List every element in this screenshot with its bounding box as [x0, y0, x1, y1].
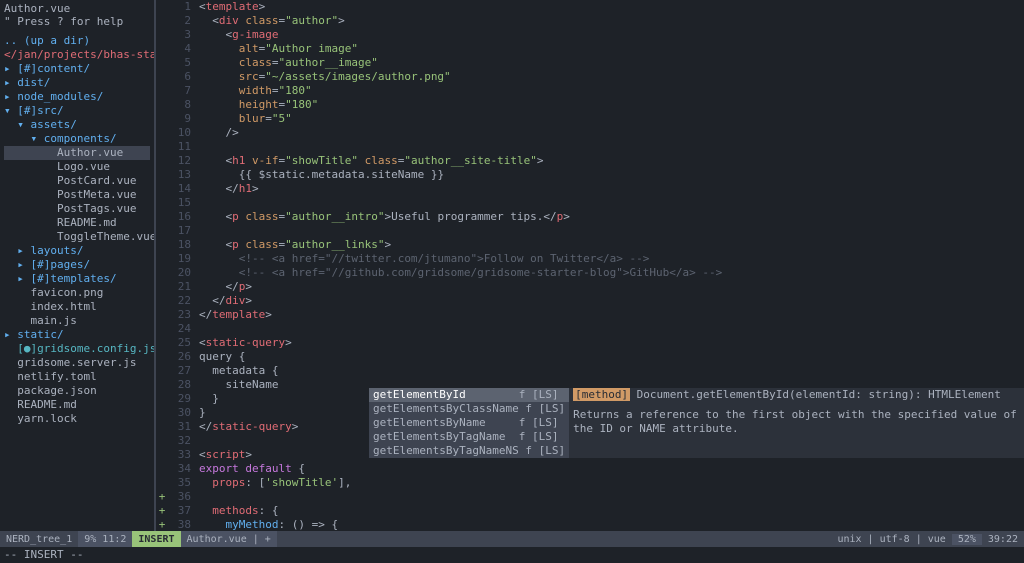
tree-item[interactable]: gridsome.server.js — [4, 356, 150, 370]
tree-item[interactable]: PostCard.vue — [4, 174, 150, 188]
code-line[interactable]: +36 — [157, 490, 1024, 504]
statusline-mode: INSERT — [132, 531, 180, 547]
tree-item[interactable]: yarn.lock — [4, 412, 150, 426]
tree-item[interactable]: README.md — [4, 398, 150, 412]
code-line[interactable]: 13 {{ $static.metadata.siteName }} — [157, 168, 1024, 182]
statusline-encoding: unix | utf-8 | vue — [831, 534, 951, 545]
code-line[interactable]: 15 — [157, 196, 1024, 210]
code-line[interactable]: 8 height="180" — [157, 98, 1024, 112]
code-line[interactable]: +38 myMethod: () => { — [157, 518, 1024, 531]
tree-item[interactable]: main.js — [4, 314, 150, 328]
autocomplete-doc: [method] Document.getElementById(element… — [569, 388, 1024, 458]
tree-item[interactable]: index.html — [4, 300, 150, 314]
tree-item[interactable]: ▾ assets/ — [4, 118, 150, 132]
code-line[interactable]: 26query { — [157, 350, 1024, 364]
tree-item[interactable]: ▸ node_modules/ — [4, 90, 150, 104]
code-line[interactable]: 34export default { — [157, 462, 1024, 476]
file-tree-sidebar[interactable]: Author.vue " Press ? for help .. (up a d… — [0, 0, 155, 531]
autocomplete-popup[interactable]: getElementById f [LS]getElementsByClassN… — [369, 388, 1024, 458]
tree-item[interactable]: ▸ static/ — [4, 328, 150, 342]
code-line[interactable]: 24 — [157, 322, 1024, 336]
tree-item[interactable]: ▾ components/ — [4, 132, 150, 146]
code-line[interactable]: 7 width="180" — [157, 84, 1024, 98]
code-line[interactable]: 23</template> — [157, 308, 1024, 322]
tree-item[interactable]: ▸ layouts/ — [4, 244, 150, 258]
tree-item[interactable]: netlify.toml — [4, 370, 150, 384]
autocomplete-item[interactable]: getElementsByTagName f [LS] — [369, 430, 569, 444]
code-line[interactable]: 25<static-query> — [157, 336, 1024, 350]
statusline: NERD_tree_1 9% 11:2 INSERT Author.vue | … — [0, 531, 1024, 547]
tree-item[interactable]: ▾ [#]src/ — [4, 104, 150, 118]
autocomplete-item[interactable]: getElementsByTagNameNS f [LS] — [369, 444, 569, 458]
code-line[interactable]: 35 props: ['showTitle'], — [157, 476, 1024, 490]
code-line[interactable]: 6 src="~/assets/images/author.png" — [157, 70, 1024, 84]
code-line[interactable]: 18 <p class="author__links"> — [157, 238, 1024, 252]
statusline-left-pos: 9% 11:2 — [78, 531, 132, 547]
tree-item[interactable]: favicon.png — [4, 286, 150, 300]
tree-item[interactable]: ToggleTheme.vue — [4, 230, 150, 244]
tree-item[interactable]: Logo.vue — [4, 160, 150, 174]
tree-item[interactable]: ▸ dist/ — [4, 76, 150, 90]
code-line[interactable]: 22 </div> — [157, 294, 1024, 308]
autocomplete-item[interactable]: getElementById f [LS] — [369, 388, 569, 402]
tree-root[interactable]: </jan/projects/bhas-static/ — [4, 48, 150, 62]
autocomplete-item[interactable]: getElementsByClassName f [LS] — [369, 402, 569, 416]
tree-item[interactable]: ▸ [#]pages/ — [4, 258, 150, 272]
code-line[interactable]: 11 — [157, 140, 1024, 154]
tree-item[interactable]: PostTags.vue — [4, 202, 150, 216]
tree-item[interactable]: README.md — [4, 216, 150, 230]
code-line[interactable]: 16 <p class="author__intro">Useful progr… — [157, 210, 1024, 224]
code-line[interactable]: 4 alt="Author image" — [157, 42, 1024, 56]
code-line[interactable]: +37 methods: { — [157, 504, 1024, 518]
sidebar-title: Author.vue — [4, 2, 150, 15]
tree-item[interactable]: ▸ [#]content/ — [4, 62, 150, 76]
tree-item[interactable]: package.json — [4, 384, 150, 398]
code-line[interactable]: 20 <!-- <a href="//github.com/gridsome/g… — [157, 266, 1024, 280]
code-line[interactable]: 21 </p> — [157, 280, 1024, 294]
tree-item[interactable]: ▸ [#]templates/ — [4, 272, 150, 286]
statusline-nerdtree: NERD_tree_1 — [0, 531, 78, 547]
statusline-percent: 52% — [952, 534, 982, 545]
code-line[interactable]: 12 <h1 v-if="showTitle" class="author__s… — [157, 154, 1024, 168]
autocomplete-item[interactable]: getElementsByName f [LS] — [369, 416, 569, 430]
autocomplete-description: Returns a reference to the first object … — [573, 408, 1020, 436]
autocomplete-menu[interactable]: getElementById f [LS]getElementsByClassN… — [369, 388, 569, 458]
code-line[interactable]: 3 <g-image — [157, 28, 1024, 42]
tree-item[interactable]: PostMeta.vue — [4, 188, 150, 202]
autocomplete-method-tag: [method] — [573, 388, 630, 401]
tree-item[interactable]: Author.vue — [4, 146, 150, 160]
code-editor[interactable]: 1<template> 2 <div class="author"> 3 <g-… — [155, 0, 1024, 531]
sidebar-help: " Press ? for help — [4, 15, 150, 28]
code-line[interactable]: 27 metadata { — [157, 364, 1024, 378]
code-line[interactable]: 10 /> — [157, 126, 1024, 140]
code-line[interactable]: 14 </h1> — [157, 182, 1024, 196]
code-line[interactable]: 9 blur="5" — [157, 112, 1024, 126]
statusline-position: 39:22 — [982, 534, 1024, 545]
code-line[interactable]: 5 class="author__image" — [157, 56, 1024, 70]
code-line[interactable]: 19 <!-- <a href="//twitter.com/jtumano">… — [157, 252, 1024, 266]
command-line: -- INSERT -- — [0, 547, 1024, 563]
autocomplete-signature: Document.getElementById(elementId: strin… — [630, 388, 1001, 401]
code-line[interactable]: 2 <div class="author"> — [157, 14, 1024, 28]
statusline-filename: Author.vue — [187, 534, 247, 545]
code-line[interactable]: 17 — [157, 224, 1024, 238]
statusline-modified: + — [265, 534, 271, 545]
code-line[interactable]: 1<template> — [157, 0, 1024, 14]
tree-updir[interactable]: .. (up a dir) — [4, 34, 150, 48]
tree-item[interactable]: [●]gridsome.config.js — [4, 342, 150, 356]
